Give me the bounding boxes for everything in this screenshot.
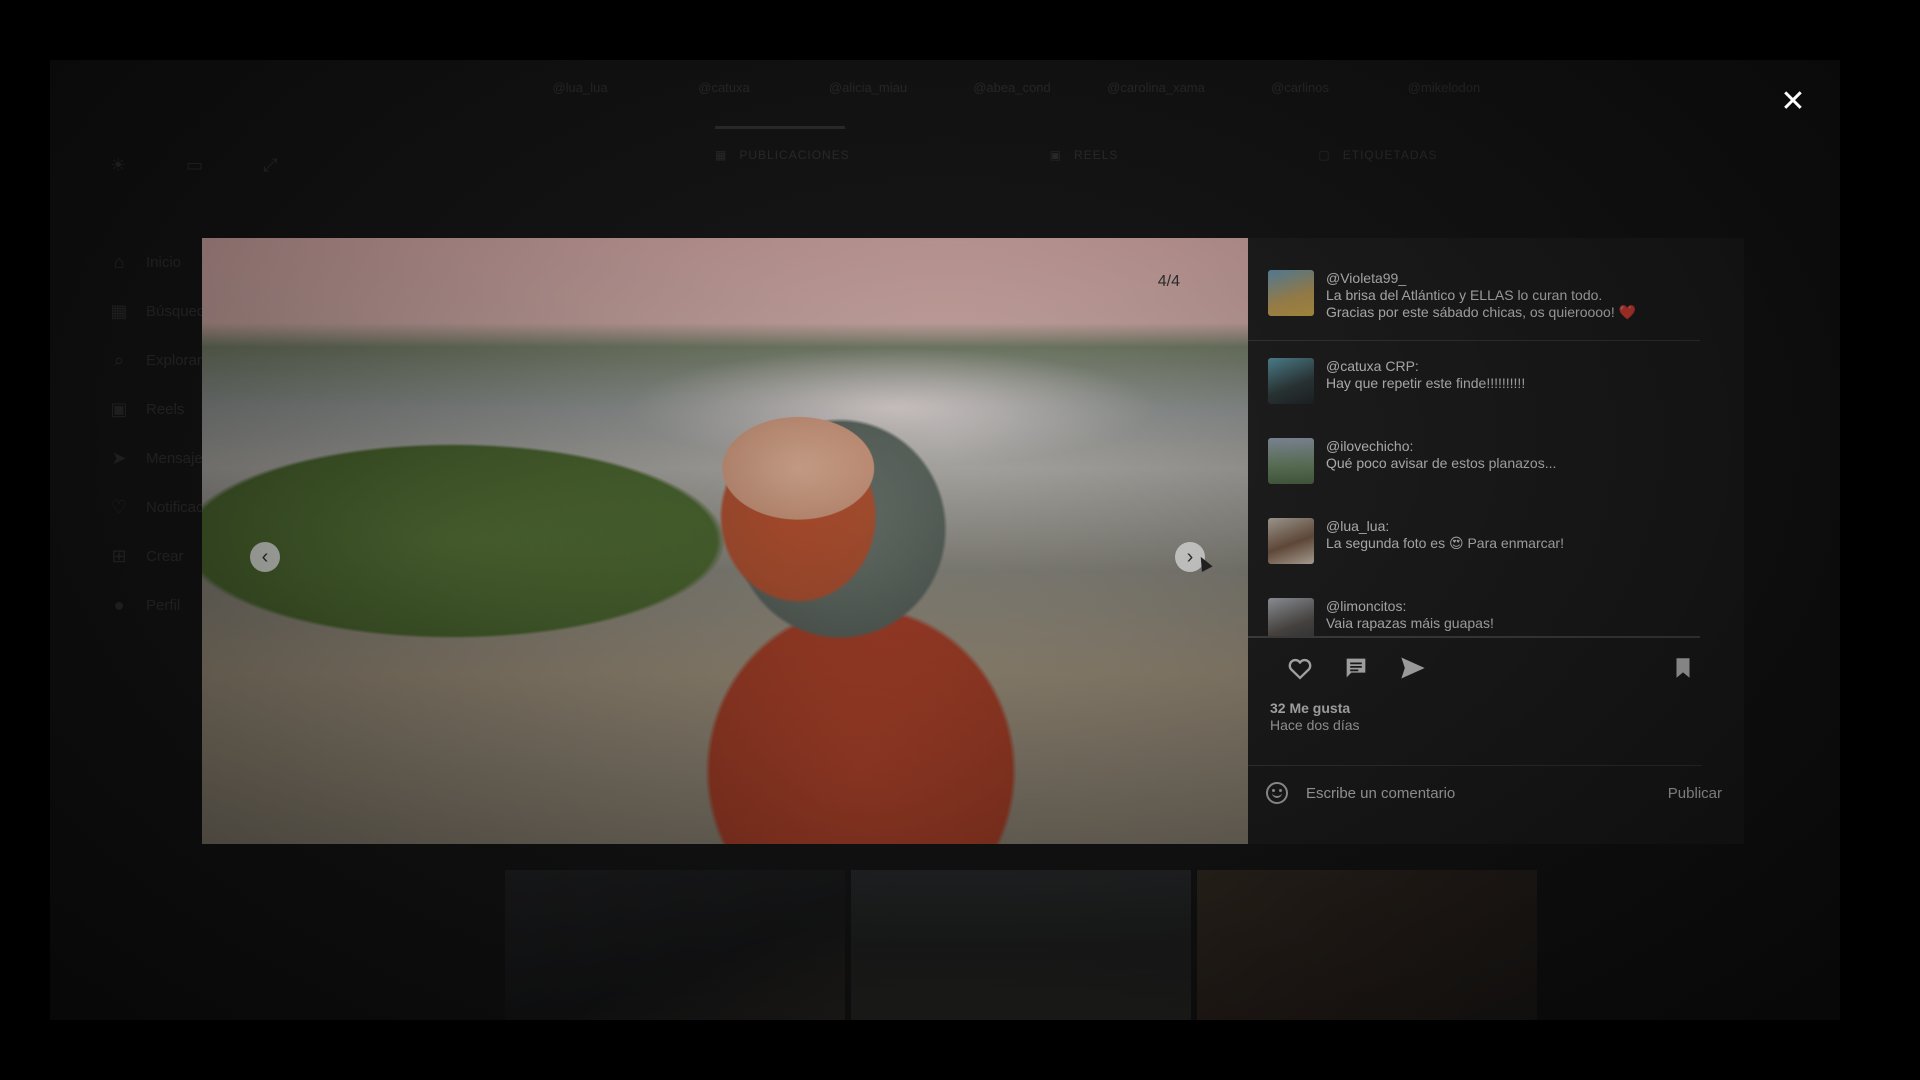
grid-icon: ▦ [110,301,128,321]
bookmark-icon [1676,658,1690,678]
comment-button[interactable] [1342,654,1372,684]
reels-icon: ▣ [1049,148,1063,162]
send-icon [1401,657,1425,679]
comment-user[interactable]: @Violeta99_ [1326,270,1636,287]
tag-icon: ▢ [1318,148,1331,162]
comment-composer: Publicar [1266,778,1722,808]
comment-user[interactable]: @lua_lua: [1326,518,1564,535]
user-icon: ● [113,595,125,615]
active-tab-indicator [715,126,845,129]
avatar[interactable] [1268,270,1314,316]
avatar[interactable] [1268,598,1314,636]
emoji-icon[interactable] [1266,782,1288,804]
comment-input[interactable] [1304,783,1668,803]
window-icon[interactable]: ▭ [186,155,203,176]
grid-thumbnail[interactable] [851,870,1191,1020]
grid-thumbnail[interactable] [1197,870,1537,1020]
tab-label: ETIQUETADAS [1342,148,1438,162]
save-button[interactable] [1670,654,1700,684]
sidebar-item-label: Explorar [146,352,202,369]
story-item[interactable]: @mikelodon [1394,80,1494,95]
home-icon: ⌂ [113,252,125,272]
screen: @lua_lua @catuxa @alicia_miau @abea_cond… [50,60,1840,1020]
comment-user[interactable]: @catuxa CRP: [1326,358,1525,375]
comment-icon [1346,658,1366,678]
story-item[interactable]: @catuxa [674,80,774,95]
reels-icon: ▣ [110,399,128,419]
story-item[interactable]: @lua_lua [530,80,630,95]
avatar[interactable] [1268,518,1314,564]
comment-user[interactable]: @limoncitos: [1326,598,1494,615]
comment-text: Hay que repetir este finde!!!!!!!!!! [1326,375,1526,391]
avatar[interactable] [1268,358,1314,404]
comments-list[interactable]: @Violeta99_ La brisa del Atlántico y ELL… [1248,238,1718,636]
search-icon: ⌕ [113,350,125,370]
comment-text: Qué poco avisar de estos planazos... [1326,455,1557,471]
send-icon: ➤ [111,448,127,468]
stories-row: @lua_lua @catuxa @alicia_miau @abea_cond… [530,80,1494,95]
publish-button[interactable]: Publicar [1668,785,1722,802]
comment-user[interactable]: @ilovechicho: [1326,438,1556,455]
tab-label: REELS [1074,148,1119,162]
story-item[interactable]: @carolina_xama [1106,80,1206,95]
comment-text: Vaia rapazas máis guapas! [1326,615,1494,631]
list-item: @catuxa CRP: Hay que repetir este finde!… [1268,358,1708,404]
previous-photo-button[interactable]: ‹ [250,542,280,572]
list-item: @lua_lua: La segunda foto es 😍 Para enma… [1268,518,1708,564]
story-item[interactable]: @alicia_miau [818,80,918,95]
post-actions [1286,654,1696,684]
comment-text: La segunda foto es 😍 Para enmarcar! [1326,535,1564,551]
comments-divider [1248,636,1700,638]
sidebar-item-label: Crear [146,548,184,565]
grid-thumbnail[interactable] [505,870,845,1020]
comment-text: La brisa del Atlántico y ELLAS lo curan … [1326,287,1637,320]
sidebar-item-label: Inicio [146,254,182,271]
plus-icon: ⊞ [111,546,127,566]
sidebar-item-label: Mensajes [146,450,211,467]
tab-label: PUBLICACIONES [739,148,850,162]
tab-publicaciones[interactable]: ▦ PUBLICACIONES [715,148,850,162]
share-button[interactable] [1398,654,1428,684]
story-item[interactable]: @carlinos [1250,80,1350,95]
close-icon: ✕ [1780,84,1806,118]
sidebar-item-label: Reels [146,401,185,418]
like-button[interactable] [1286,654,1316,684]
list-item: @ilovechicho: Qué poco avisar de estos p… [1268,438,1708,484]
heart-icon [1288,658,1312,680]
profile-grid [505,870,1537,1020]
post-side-panel: @Violeta99_ La brisa del Atlántico y ELL… [1248,238,1744,844]
grid-icon: ▦ [715,148,728,162]
post-timestamp: Hace dos días [1270,717,1360,733]
expand-icon[interactable]: ⤢ [263,155,277,176]
likes-count[interactable]: 32 Me gusta [1270,700,1350,716]
heart-icon: ♡ [110,497,128,517]
chevron-right-icon: › [1186,546,1194,568]
top-icons: ☀ ▭ ⤢ [110,155,278,176]
chevron-left-icon: ‹ [261,546,269,568]
input-divider [1248,765,1702,766]
profile-tabs: ▦ PUBLICACIONES ▣ REELS ▢ ETIQUETADAS [715,148,1438,162]
story-item[interactable]: @abea_cond [962,80,1062,95]
caption-divider [1248,340,1700,341]
caption: @Violeta99_ La brisa del Atlántico y ELL… [1268,270,1708,321]
tab-reels[interactable]: ▣ REELS [1050,148,1119,162]
photo-counter: 4/4 [1157,273,1180,290]
post-photo: 4/4 ‹ › [202,238,1248,844]
sidebar-item-label: Perfil [146,597,181,614]
list-item: @limoncitos: Vaia rapazas máis guapas! [1268,598,1708,636]
tab-etiquetadas[interactable]: ▢ ETIQUETADAS [1318,148,1437,162]
sun-icon[interactable]: ☀ [110,155,126,176]
avatar[interactable] [1268,438,1314,484]
close-button[interactable]: ✕ [1778,84,1808,118]
